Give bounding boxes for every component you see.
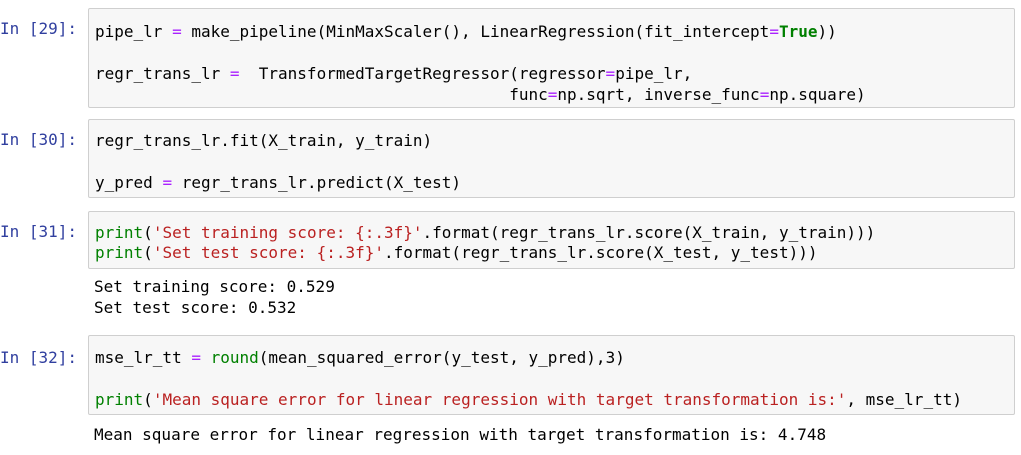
code-input[interactable]: mse_lr_tt = round(mean_squared_error(y_t… xyxy=(88,335,1015,415)
cell-output-line: Set training score: 0.529 xyxy=(94,277,335,296)
cell-prompt: In [31]: xyxy=(0,222,78,241)
cell-prompt: In [30]: xyxy=(0,130,78,149)
code-line: y_pred = regr_trans_lr.predict(X_test) xyxy=(95,173,462,192)
code-line: func=np.sqrt, inverse_func=np.square) xyxy=(95,85,866,104)
notebook-cell-32[interactable]: In [32]: mse_lr_tt = round(mean_squared_… xyxy=(0,335,1021,450)
code-line: pipe_lr = make_pipeline(MinMaxScaler(), … xyxy=(95,22,837,41)
notebook-cell-30[interactable]: In [30]: regr_trans_lr.fit(X_train, y_tr… xyxy=(0,119,1021,198)
code-line: mse_lr_tt = round(mean_squared_error(y_t… xyxy=(95,348,625,367)
code-line: regr_trans_lr.fit(X_train, y_train) xyxy=(95,131,433,150)
code-line: regr_trans_lr = TransformedTargetRegress… xyxy=(95,64,693,83)
cell-prompt: In [29]: xyxy=(0,19,78,38)
code-line: print('Set test score: {:.3f}'.format(re… xyxy=(95,243,818,262)
code-input[interactable]: print('Set training score: {:.3f}'.forma… xyxy=(88,211,1015,269)
cell-output-line: Mean square error for linear regression … xyxy=(94,425,827,444)
code-input[interactable]: regr_trans_lr.fit(X_train, y_train) y_pr… xyxy=(88,119,1015,198)
code-input[interactable]: pipe_lr = make_pipeline(MinMaxScaler(), … xyxy=(88,8,1015,108)
cell-output-line: Set test score: 0.532 xyxy=(94,298,297,317)
cell-prompt: In [32]: xyxy=(0,348,78,367)
notebook-cell-29[interactable]: In [29]: pipe_lr = make_pipeline(MinMaxS… xyxy=(0,8,1021,108)
code-line: print('Set training score: {:.3f}'.forma… xyxy=(95,223,876,242)
code-line: print('Mean square error for linear regr… xyxy=(95,390,962,409)
notebook-cell-31[interactable]: In [31]: print('Set training score: {:.3… xyxy=(0,211,1021,323)
